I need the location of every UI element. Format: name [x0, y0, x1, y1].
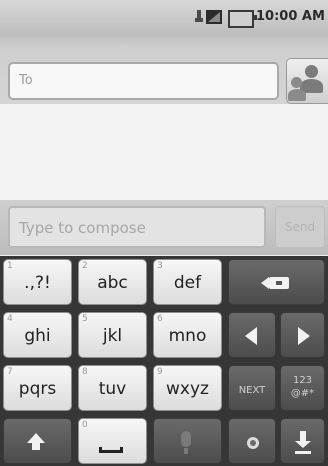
hide-keyboard-key[interactable]	[280, 418, 325, 464]
key-2[interactable]: 2 abc	[78, 259, 147, 305]
cursor-left-key[interactable]	[228, 312, 276, 358]
compose-placeholder: Type to compose	[19, 219, 146, 237]
key-1[interactable]: 1 .,?!	[3, 259, 72, 305]
key-3-number: 3	[157, 261, 163, 271]
key-8-label: tuv	[98, 379, 127, 399]
voice-input-key[interactable]	[153, 418, 222, 464]
key-5-number: 5	[82, 314, 88, 324]
next-key[interactable]: NEXT	[228, 365, 276, 411]
backspace-icon	[261, 277, 289, 289]
key-3-label: def	[173, 273, 202, 293]
key-7-number: 7	[7, 367, 13, 377]
key-0-number: 0	[82, 420, 88, 430]
key-8[interactable]: 8 tuv	[78, 365, 147, 411]
usb-icon	[194, 10, 204, 24]
key-3[interactable]: 3 def	[153, 259, 222, 305]
contacts-button[interactable]	[286, 58, 328, 104]
key-6[interactable]: 6 mno	[153, 312, 222, 358]
next-key-label: NEXT	[238, 385, 266, 396]
key-1-number: 1	[7, 261, 13, 271]
contacts-icon	[288, 65, 328, 101]
to-field[interactable]: To	[8, 62, 279, 100]
key-6-number: 6	[157, 314, 163, 324]
key-9[interactable]: 9 wxyz	[153, 365, 222, 411]
key-9-number: 9	[157, 367, 163, 377]
key-6-label: mno	[168, 326, 207, 346]
microphone-icon	[181, 431, 191, 454]
status-time: 10:00 AM	[256, 9, 325, 24]
message-list-area	[0, 104, 328, 200]
keyboard: 1 .,?! 2 abc 3 def 4 ghi 5 jkl 6 mno 7 p…	[0, 256, 328, 466]
key-2-number: 2	[82, 261, 88, 271]
space-icon	[99, 447, 123, 453]
send-button[interactable]: Send	[275, 206, 325, 248]
status-bar: 10:00 AM	[0, 0, 328, 34]
key-5-label: jkl	[102, 326, 123, 346]
to-placeholder: To	[19, 73, 33, 88]
arrow-left-icon	[245, 327, 257, 345]
settings-icon	[247, 437, 259, 449]
key-8-number: 8	[82, 367, 88, 377]
cursor-right-key[interactable]	[280, 312, 325, 358]
key-2-label: abc	[97, 273, 128, 293]
hide-keyboard-icon	[295, 431, 311, 454]
symbols-key[interactable]: 123 @#*	[280, 365, 325, 411]
key-9-label: wxyz	[166, 379, 209, 399]
key-1-label: .,?!	[24, 273, 51, 293]
backspace-key[interactable]	[228, 259, 325, 305]
compose-input[interactable]: Type to compose	[8, 206, 266, 248]
shift-key[interactable]	[3, 418, 72, 464]
space-key[interactable]: 0	[78, 418, 147, 464]
symbols-key-label: 123 @#*	[290, 375, 315, 399]
shift-icon	[27, 433, 45, 450]
battery-icon	[228, 10, 257, 28]
key-7-label: pqrs	[18, 379, 57, 399]
key-4-number: 4	[7, 314, 13, 324]
arrow-right-icon	[298, 327, 310, 345]
key-4[interactable]: 4 ghi	[3, 312, 72, 358]
signal-icon	[206, 10, 222, 24]
settings-key[interactable]	[228, 418, 276, 464]
key-5[interactable]: 5 jkl	[78, 312, 147, 358]
key-7[interactable]: 7 pqrs	[3, 365, 72, 411]
key-4-label: ghi	[24, 326, 51, 346]
